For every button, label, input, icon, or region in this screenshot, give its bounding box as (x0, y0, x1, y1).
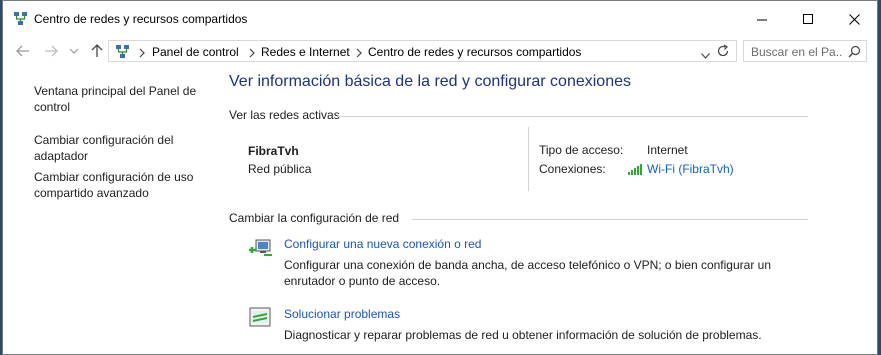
maximize-icon (802, 13, 813, 24)
setup-new-connection-description: Configurar una conexión de banda ancha, … (284, 258, 771, 288)
network-name: FibraTvh (248, 144, 299, 158)
title-bar[interactable]: Centro de redes y recursos compartidos (3, 1, 877, 37)
change-settings-header: Cambiar la configuración de red (229, 211, 400, 225)
vertical-divider (528, 127, 529, 191)
new-connection-icon (248, 236, 274, 260)
section-divider (412, 219, 808, 220)
control-panel-icon (115, 44, 130, 59)
network-center-window: Centro de redes y recursos compartidos P… (2, 0, 878, 355)
address-bar[interactable]: Panel de control Redes e Internet Centro… (108, 40, 737, 62)
minimize-icon (756, 19, 767, 20)
troubleshoot-icon (248, 306, 274, 330)
left-pane: Ventana principal del Panel de control C… (3, 65, 218, 355)
chevron-right-icon[interactable] (138, 47, 146, 58)
maximize-button[interactable] (785, 1, 831, 37)
navigation-bar: Panel de control Redes e Internet Centro… (3, 37, 877, 65)
window-title: Centro de redes y recursos compartidos (34, 12, 248, 26)
access-type-value: Internet (647, 143, 688, 157)
main-content: Ver información básica de la red y confi… (229, 65, 877, 355)
breadcrumb-control-panel[interactable]: Panel de control (152, 45, 239, 59)
wifi-signal-icon[interactable] (628, 164, 642, 175)
page-title: Ver información básica de la red y confi… (229, 73, 631, 90)
active-networks-header: Ver las redes activas (229, 108, 340, 122)
close-icon (848, 13, 860, 25)
forward-arrow-icon[interactable] (43, 43, 59, 59)
access-type-label: Tipo de acceso: (539, 143, 624, 157)
search-input[interactable]: Buscar en el Pa... (751, 45, 843, 59)
troubleshoot-link[interactable]: Solucionar problemas (284, 307, 400, 321)
setup-new-connection-link[interactable]: Configurar una nueva conexión o red (284, 237, 481, 251)
search-box[interactable]: Buscar en el Pa... (743, 40, 867, 62)
back-arrow-icon[interactable] (15, 43, 31, 59)
search-icon[interactable] (848, 45, 861, 58)
network-center-icon (13, 11, 28, 26)
network-type-link[interactable]: Red pública (248, 162, 311, 176)
wifi-connection-link[interactable]: Wi-Fi (FibraTvh) (647, 162, 734, 176)
troubleshoot-description: Diagnosticar y reparar problemas de red … (284, 328, 762, 342)
chevron-down-icon[interactable] (701, 48, 710, 59)
chevron-right-icon[interactable] (248, 47, 256, 58)
sidebar-link-adapter-settings[interactable]: Cambiar configuración del adaptador (34, 132, 212, 164)
breadcrumb-network-center[interactable]: Centro de redes y recursos compartidos (368, 45, 581, 59)
close-button[interactable] (831, 1, 877, 37)
sidebar-link-control-panel-home[interactable]: Ventana principal del Panel de control (34, 83, 212, 115)
connections-label: Conexiones: (539, 162, 606, 176)
chevron-right-icon[interactable] (355, 47, 363, 58)
section-divider (337, 116, 808, 117)
minimize-button[interactable] (739, 1, 785, 37)
recent-locations-chevron-icon[interactable] (69, 43, 79, 59)
sidebar-link-advanced-sharing[interactable]: Cambiar configuración de uso compartido … (34, 169, 212, 201)
refresh-icon[interactable] (716, 44, 730, 58)
up-arrow-icon[interactable] (89, 43, 105, 59)
breadcrumb-network-internet[interactable]: Redes e Internet (261, 45, 350, 59)
